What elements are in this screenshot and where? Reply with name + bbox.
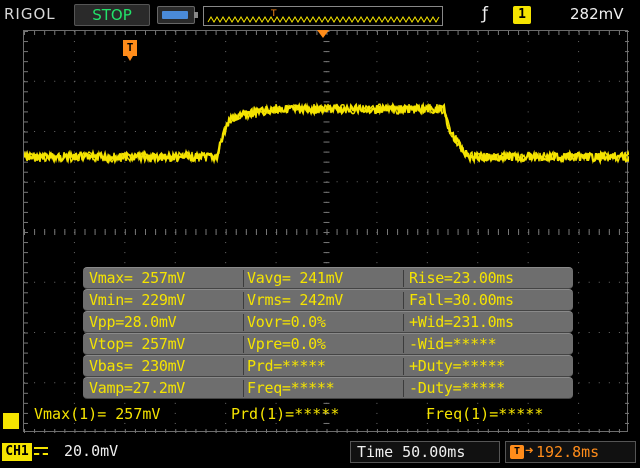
- readout-frequency: Freq(1)=*****: [426, 405, 544, 423]
- readout-vmax: Vmax(1)= 257mV: [34, 405, 161, 423]
- trigger-level-marker[interactable]: T: [123, 40, 137, 61]
- rising-edge-icon: ƒ: [482, 4, 488, 24]
- trigger-offset-icon: T: [510, 445, 524, 459]
- measurement-frequency: Freq=*****: [247, 379, 335, 397]
- brand-logo: RIGOL: [4, 5, 56, 23]
- measurement-vmin: Vmin= 229mV: [89, 291, 186, 309]
- measurement-vtop: Vtop= 257mV: [89, 335, 186, 353]
- dc-coupling-icon: [34, 447, 48, 457]
- measurement-row: Vtop= 257mV Vpre=0.0% -Wid=*****: [83, 333, 573, 355]
- memory-waveform-icon: T: [207, 9, 440, 23]
- measurement-vpp: Vpp=28.0mV: [89, 313, 177, 331]
- measurement-vmax: Vmax= 257mV: [89, 269, 186, 287]
- memory-trigger-icon: T: [270, 9, 277, 19]
- trigger-settings[interactable]: ƒ 1 282mV: [470, 4, 636, 26]
- measurement-rise: Rise=23.00ms: [409, 269, 514, 287]
- measurement-vrms: Vrms= 242mV: [247, 291, 344, 309]
- measurement-table: Vmax= 257mV Vavg= 241mV Rise=23.00ms Vmi…: [83, 267, 573, 399]
- measurement-vamp: Vamp=27.2mV: [89, 379, 186, 397]
- measurement-pos-duty: +Duty=*****: [409, 357, 506, 375]
- trigger-source-badge: 1: [513, 6, 531, 24]
- trigger-level: 282mV: [570, 5, 624, 23]
- channel1-vertical-scale[interactable]: 20.0mV: [64, 442, 118, 460]
- measurement-row: Vamp=27.2mV Freq=***** -Duty=*****: [83, 377, 573, 399]
- measurement-neg-width: -Wid=*****: [409, 335, 497, 353]
- channel1-offset-marker[interactable]: [3, 413, 19, 429]
- measurement-pos-width: +Wid=231.0ms: [409, 313, 514, 331]
- measurement-vovr: Vovr=0.0%: [247, 313, 326, 331]
- measurement-fall: Fall=30.00ms: [409, 291, 514, 309]
- memory-depth-bar: T: [203, 6, 443, 26]
- measurement-row: Vmin= 229mV Vrms= 242mV Fall=30.00ms: [83, 289, 573, 311]
- measurement-row: Vbas= 230mV Prd=***** +Duty=*****: [83, 355, 573, 377]
- measurement-period: Prd=*****: [247, 357, 326, 375]
- trigger-position-marker[interactable]: [317, 30, 329, 38]
- measurement-row: Vpp=28.0mV Vovr=0.0% +Wid=231.0ms: [83, 311, 573, 333]
- readout-period: Prd(1)=*****: [231, 405, 340, 423]
- battery-icon: [157, 6, 198, 24]
- arrow-right-icon: ➜: [525, 443, 534, 459]
- measurement-vavg: Vavg= 241mV: [247, 269, 344, 287]
- run-stop-status[interactable]: STOP: [74, 4, 150, 26]
- timebase-scale[interactable]: Time 50.00ms: [350, 441, 500, 463]
- measurement-vbas: Vbas= 230mV: [89, 357, 186, 375]
- measurement-vpre: Vpre=0.0%: [247, 335, 326, 353]
- channel1-badge[interactable]: CH1: [2, 443, 32, 461]
- bottom-status-bar: CH1 20.0mV Time 50.00ms 192.8ms T ➜: [0, 436, 640, 468]
- top-status-bar: RIGOL STOP T ƒ 1 282mV: [0, 0, 640, 30]
- measurement-neg-duty: -Duty=*****: [409, 379, 506, 397]
- measurement-row: Vmax= 257mV Vavg= 241mV Rise=23.00ms: [83, 267, 573, 289]
